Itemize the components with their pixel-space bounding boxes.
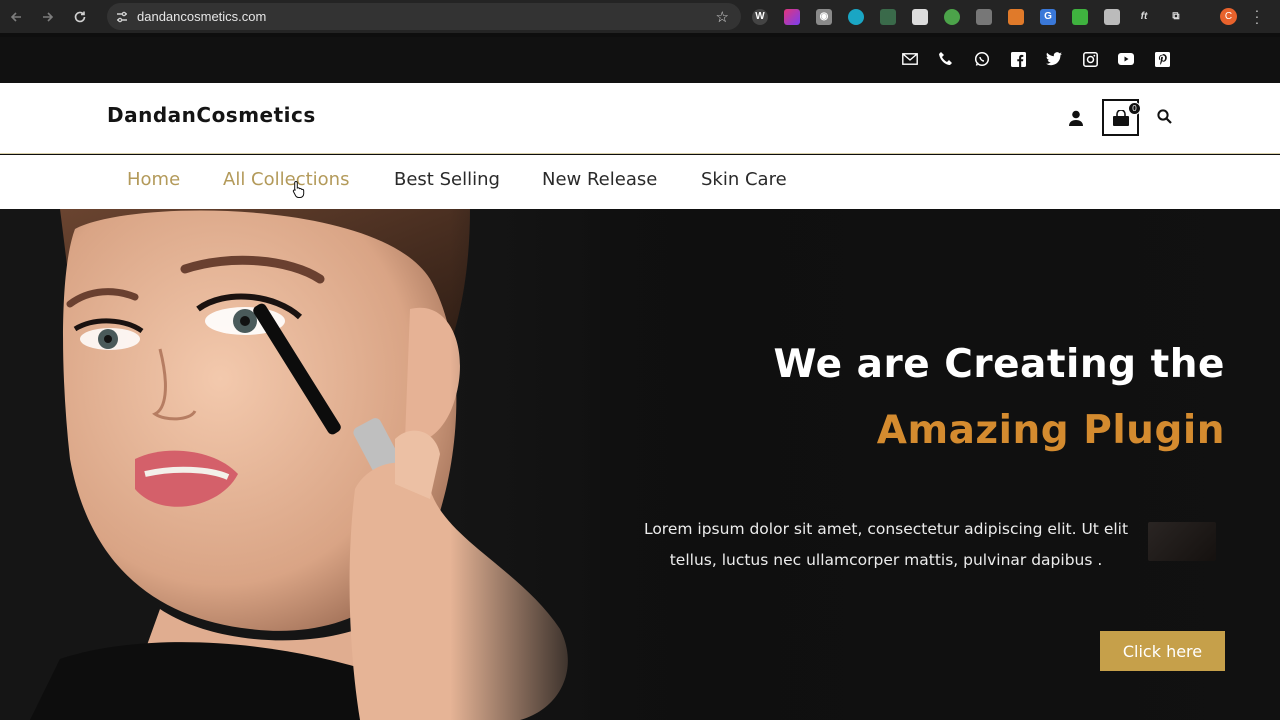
cart-bag-icon [1112,109,1129,126]
nav-item-home[interactable]: Home [127,169,180,190]
extension-5-icon[interactable] [880,8,896,25]
nav-item-skin-care[interactable]: Skin Care [701,169,787,190]
forward-button[interactable] [32,0,64,33]
hero-headline-line2: Amazing Plugin [876,408,1225,453]
account-icon[interactable] [1068,110,1084,131]
thumbnail-image [1148,522,1216,561]
whatsapp-icon[interactable] [973,50,991,68]
address-url: dandancosmetics.com [137,9,267,24]
translate-icon[interactable]: G [1040,8,1056,25]
search-icon[interactable] [1157,109,1172,129]
click-here-button[interactable]: Click here [1100,631,1225,671]
extension-4-icon[interactable] [848,8,864,25]
cart-count-badge: 0 [1128,102,1141,115]
extension-6-icon[interactable] [912,8,928,25]
nav-item-best-selling[interactable]: Best Selling [394,169,500,190]
hero-model-photo [0,209,600,720]
pinterest-icon[interactable] [1153,50,1171,68]
social-links [901,50,1189,68]
extension-9-icon[interactable] [1008,8,1024,25]
back-arrow-icon [10,11,21,22]
back-button[interactable] [0,0,32,33]
youtube-icon[interactable] [1117,50,1135,68]
camera-icon[interactable]: ◉ [816,8,832,25]
reload-button[interactable] [64,0,96,33]
site-logo[interactable]: DandanCosmetics [107,103,316,127]
email-icon[interactable] [901,50,919,68]
hero-banner: We are Creating the Amazing Plugin Lorem… [0,209,1280,720]
address-bar[interactable]: dandancosmetics.com ☆ [107,3,741,30]
hero-headline-line1: We are Creating the [773,342,1225,387]
extension-11-icon[interactable] [1072,8,1088,25]
extension-1-icon[interactable]: W [752,8,768,25]
phone-icon[interactable] [937,50,955,68]
site-settings-icon[interactable] [107,10,137,24]
extension-8-icon[interactable] [976,8,992,25]
extensions-bar: W ◉ G ft ⧉ [752,6,1200,27]
reload-icon [74,11,86,22]
extension-13-icon[interactable]: ft [1136,9,1152,25]
extension-7-icon[interactable] [944,8,960,25]
forward-arrow-icon [43,11,54,22]
extension-12-icon[interactable] [1104,8,1120,25]
nav-item-all-collections[interactable]: All Collections [223,169,349,190]
puzzle-icon[interactable]: ⧉ [1168,9,1184,25]
site-header: DandanCosmetics [0,83,1280,154]
hand-cursor-icon [292,180,306,203]
instagram-icon[interactable] [1081,50,1099,68]
hero-description: Lorem ipsum dolor sit amet, consectetur … [643,520,1129,569]
browser-menu-icon[interactable]: · · · [1254,3,1260,29]
extension-2-icon[interactable] [784,8,800,25]
profile-avatar[interactable]: C [1220,8,1237,25]
facebook-icon[interactable] [1009,50,1027,68]
twitter-icon[interactable] [1045,50,1063,68]
bookmark-star-icon[interactable]: ☆ [716,8,729,26]
nav-item-new-release[interactable]: New Release [542,169,657,190]
main-navigation: Home All Collections Best Selling New Re… [0,155,1280,209]
